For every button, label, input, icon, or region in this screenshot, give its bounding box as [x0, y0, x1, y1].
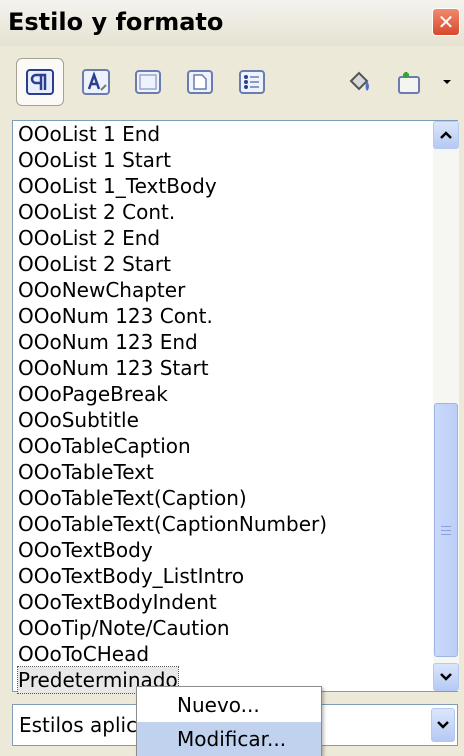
grip-icon [441, 525, 451, 535]
close-button[interactable]: ✕ [432, 8, 460, 36]
context-menu: Nuevo... Modificar... [136, 686, 322, 756]
styles-formatting-panel: Estilo y formato ✕ OOoList 1 End OOoList… [0, 0, 464, 756]
menu-item-modify[interactable]: Modificar... [137, 722, 321, 756]
list-item[interactable]: OOoNewChapter [18, 277, 185, 303]
list-item[interactable]: OOoList 1 Start [18, 147, 171, 173]
list-item[interactable]: OOoTextBody_ListIntro [18, 563, 244, 589]
list-item[interactable]: OOoList 2 Cont. [18, 199, 175, 225]
more-options-button[interactable] [432, 58, 462, 106]
list-item[interactable]: OOoList 2 Start [18, 251, 171, 277]
style-filter-value: Estilos aplic [19, 713, 138, 737]
list-item[interactable]: OOoNum 123 Cont. [18, 303, 213, 329]
fill-format-mode-icon [349, 71, 369, 91]
fill-format-mode-button[interactable] [336, 58, 384, 106]
list-item[interactable]: OOoList 1 End [18, 121, 160, 147]
chevron-up-icon [440, 131, 452, 139]
new-style-from-selection-icon [398, 72, 420, 94]
scroll-down-button[interactable] [433, 663, 459, 691]
list-item[interactable]: OOoPageBreak [18, 381, 168, 407]
list-styles-icon [239, 70, 265, 94]
list-item[interactable]: OOoTextBodyIndent [18, 589, 217, 615]
panel-title: Estilo y formato [8, 8, 224, 36]
character-styles-button[interactable] [72, 58, 120, 106]
list-item[interactable]: OOoNum 123 Start [18, 355, 209, 381]
list-item[interactable]: OOoTip/Note/Caution [18, 615, 230, 641]
style-filter-dropdown-button[interactable] [431, 708, 455, 742]
style-list[interactable]: OOoList 1 End OOoList 1 Start OOoList 1_… [12, 120, 459, 694]
list-styles-button[interactable] [228, 58, 276, 106]
style-family-toolbar [0, 46, 464, 114]
character-styles-icon [82, 69, 110, 95]
frame-styles-icon [135, 70, 161, 94]
list-item[interactable]: OOoTextBody [18, 537, 153, 563]
menu-item-new[interactable]: Nuevo... [137, 688, 321, 722]
chevron-down-icon [440, 673, 452, 681]
paragraph-styles-icon [26, 69, 54, 95]
list-item[interactable]: OOoTableText(Caption) [18, 485, 247, 511]
page-styles-button[interactable] [176, 58, 224, 106]
vertical-scrollbar[interactable] [433, 121, 459, 691]
list-item[interactable]: OOoList 1_TextBody [18, 173, 217, 199]
panel-titlebar: Estilo y formato ✕ [0, 0, 464, 46]
scroll-up-button[interactable] [433, 121, 459, 149]
list-item[interactable]: OOoTableCaption [18, 433, 191, 459]
page-styles-icon [187, 70, 213, 94]
list-item[interactable]: OOoTableText [18, 459, 154, 485]
frame-styles-button[interactable] [124, 58, 172, 106]
menu-item-label: Modificar... [177, 727, 287, 751]
paragraph-styles-button[interactable] [16, 58, 64, 106]
new-style-from-selection-button[interactable] [384, 58, 432, 106]
list-item[interactable]: OOoNum 123 End [18, 329, 198, 355]
menu-item-label: Nuevo... [177, 693, 260, 717]
list-item[interactable]: OOoSubtitle [18, 407, 139, 433]
chevron-down-icon [443, 80, 451, 84]
list-item[interactable]: OOoTableText(CaptionNumber) [18, 511, 327, 537]
close-icon: ✕ [437, 10, 455, 34]
list-item[interactable]: OOoToCHead [18, 641, 149, 667]
scroll-thumb[interactable] [434, 403, 458, 657]
list-item[interactable]: OOoList 2 End [18, 225, 160, 251]
chevron-down-icon [437, 721, 449, 729]
